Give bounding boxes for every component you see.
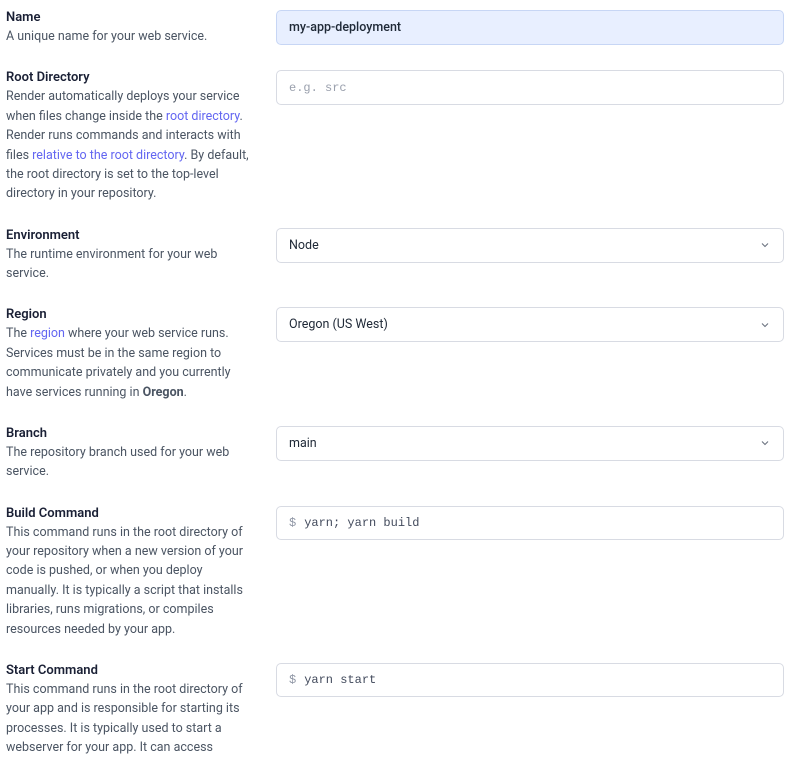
name-desc: A unique name for your web service. (6, 27, 256, 46)
start-command-input-wrapper: $ (276, 663, 784, 697)
name-input[interactable] (276, 10, 784, 45)
branch-label: Branch (6, 426, 256, 441)
start-command-desc: This command runs in the root directory … (6, 680, 256, 757)
name-row: Name A unique name for your web service. (6, 10, 784, 46)
start-command-input[interactable] (304, 673, 771, 687)
build-command-input-wrapper: $ (276, 506, 784, 540)
chevron-down-icon (759, 239, 771, 251)
environment-label: Environment (6, 228, 256, 243)
environment-desc: The runtime environment for your web ser… (6, 245, 256, 284)
environment-value: Node (289, 238, 319, 253)
branch-value: main (289, 436, 317, 451)
root-directory-desc: Render automatically deploys your servic… (6, 87, 256, 203)
region-row: Region The region where your web service… (6, 307, 784, 402)
region-select[interactable]: Oregon (US West) (276, 307, 784, 342)
root-directory-link-2[interactable]: relative to the root directory (32, 148, 184, 163)
root-directory-label: Root Directory (6, 70, 256, 85)
chevron-down-icon (759, 319, 771, 331)
prompt-symbol: $ (289, 673, 296, 687)
chevron-down-icon (759, 437, 771, 449)
name-label: Name (6, 10, 256, 25)
branch-desc: The repository branch used for your web … (6, 443, 256, 482)
root-directory-row: Root Directory Render automatically depl… (6, 70, 784, 203)
build-command-input[interactable] (304, 516, 771, 530)
region-value: Oregon (US West) (289, 317, 388, 332)
prompt-symbol: $ (289, 516, 296, 530)
region-link[interactable]: region (30, 326, 65, 341)
branch-row: Branch The repository branch used for yo… (6, 426, 784, 482)
environment-row: Environment The runtime environment for … (6, 228, 784, 284)
build-command-label: Build Command (6, 506, 256, 521)
start-command-label: Start Command (6, 663, 256, 678)
start-command-row: Start Command This command runs in the r… (6, 663, 784, 757)
build-command-desc: This command runs in the root directory … (6, 523, 256, 639)
branch-select[interactable]: main (276, 426, 784, 461)
root-directory-link-1[interactable]: root directory (166, 109, 240, 124)
root-directory-input[interactable] (276, 70, 784, 105)
region-label: Region (6, 307, 256, 322)
build-command-row: Build Command This command runs in the r… (6, 506, 784, 639)
region-desc: The region where your web service runs. … (6, 324, 256, 402)
environment-select[interactable]: Node (276, 228, 784, 263)
